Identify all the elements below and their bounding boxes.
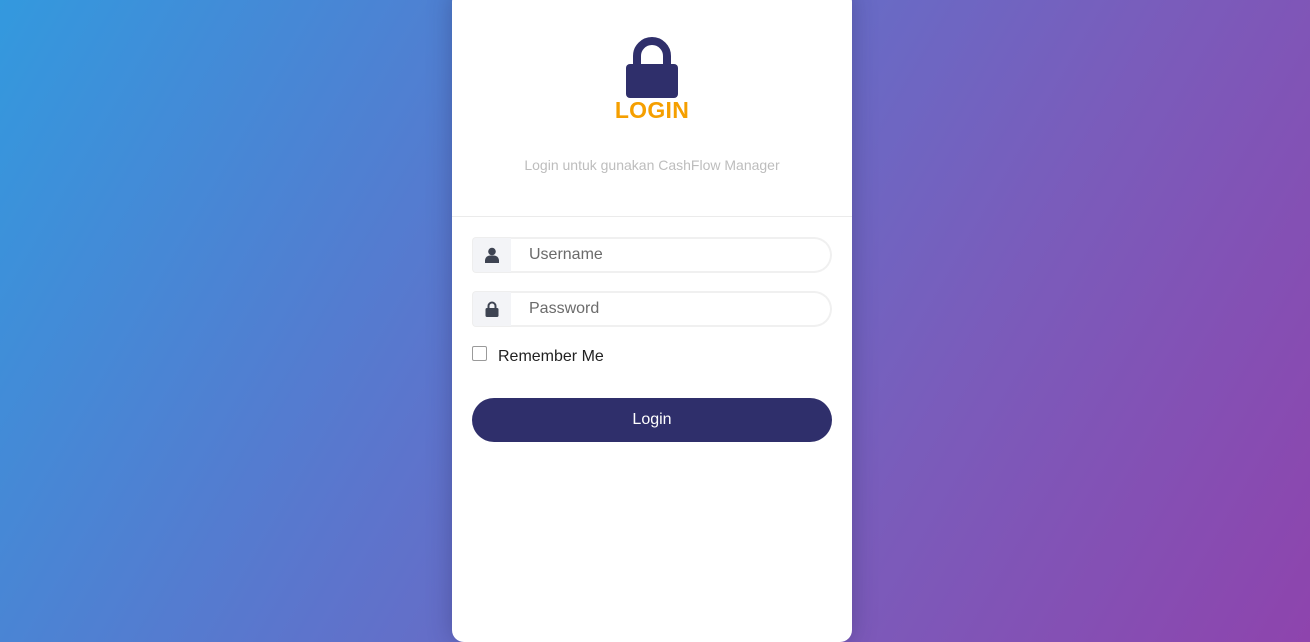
lock-icon (622, 36, 682, 100)
page-title: LOGIN (614, 97, 690, 123)
remember-me-label[interactable]: Remember Me (498, 348, 604, 366)
login-header: LOGIN Login untuk gunakan CashFlow Manag… (452, 0, 852, 217)
user-icon (472, 237, 511, 273)
username-field (472, 237, 832, 273)
login-form: Remember Me Login (472, 237, 832, 442)
lock-icon (472, 291, 511, 327)
login-card: LOGIN Login untuk gunakan CashFlow Manag… (452, 0, 852, 642)
page-subtitle: Login untuk gunakan CashFlow Manager (524, 157, 780, 173)
password-input[interactable] (511, 291, 832, 327)
remember-me-checkbox[interactable] (472, 345, 487, 361)
remember-me-row: Remember Me (472, 343, 832, 367)
login-button[interactable]: Login (472, 398, 832, 442)
username-input[interactable] (511, 237, 832, 273)
password-field (472, 291, 832, 327)
